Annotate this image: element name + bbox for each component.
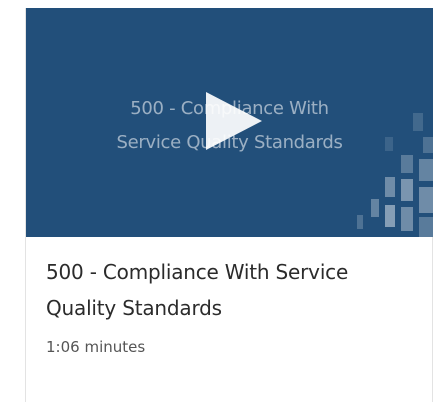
play-icon[interactable] — [206, 92, 262, 150]
video-info: 500 - Compliance With Service Quality St… — [46, 254, 416, 358]
video-title[interactable]: 500 - Compliance With Service Quality St… — [46, 254, 416, 326]
video-thumbnail[interactable]: 500 - Compliance With Service Quality St… — [26, 8, 433, 237]
video-card[interactable]: 500 - Compliance With Service Quality St… — [25, 8, 433, 402]
decorative-pattern — [357, 113, 433, 237]
video-duration: 1:06 minutes — [46, 338, 146, 356]
